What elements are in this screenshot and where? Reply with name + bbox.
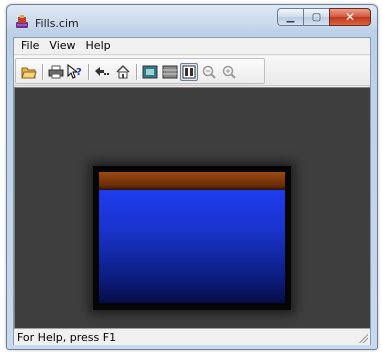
zoom-in-icon[interactable] <box>220 63 238 81</box>
status-bar: For Help, press F1 <box>14 328 370 345</box>
title-bar[interactable]: Fills.cim ▁ ▢ ✕ <box>7 5 377 35</box>
maximize-button[interactable]: ▢ <box>303 8 329 26</box>
menu-bar: File View Help <box>14 38 370 55</box>
status-text: For Help, press F1 <box>17 331 117 344</box>
grid-view-icon[interactable] <box>161 63 179 81</box>
close-button[interactable]: ✕ <box>329 8 371 26</box>
open-icon[interactable] <box>20 63 38 81</box>
menu-file[interactable]: File <box>16 38 44 54</box>
zoom-out-icon[interactable] <box>200 63 218 81</box>
minimize-button[interactable]: ▁ <box>277 8 303 26</box>
toolbar-group: ? <box>15 58 265 84</box>
menu-view[interactable]: View <box>44 38 80 54</box>
home-icon[interactable] <box>114 63 132 81</box>
fill-shape-top-band <box>99 172 285 190</box>
toolbar-separator <box>88 64 89 80</box>
toolbar-separator <box>136 64 137 80</box>
fit-view-icon[interactable] <box>141 63 159 81</box>
menu-help[interactable]: Help <box>81 38 116 54</box>
paint-app-icon <box>15 15 29 29</box>
fill-shape-gradient-body <box>99 190 285 303</box>
fill-shape-frame <box>93 166 291 310</box>
help-pointer-icon[interactable]: ? <box>66 63 84 81</box>
client-area: File View Help ? For Help, press F1 <box>13 37 371 345</box>
resize-grip-icon[interactable] <box>358 333 368 343</box>
svg-text:?: ? <box>76 67 82 78</box>
actual-size-icon[interactable] <box>180 63 198 81</box>
drawing-canvas[interactable] <box>14 87 370 328</box>
window-title: Fills.cim <box>35 17 79 30</box>
caption-buttons: ▁ ▢ ✕ <box>277 8 371 26</box>
toolbar: ? <box>14 56 370 86</box>
toolbar-separator <box>42 64 43 80</box>
back-arrow-icon[interactable] <box>93 63 111 81</box>
print-icon[interactable] <box>47 63 65 81</box>
app-window: Fills.cim ▁ ▢ ✕ File View Help ? For Hel… <box>6 4 378 350</box>
